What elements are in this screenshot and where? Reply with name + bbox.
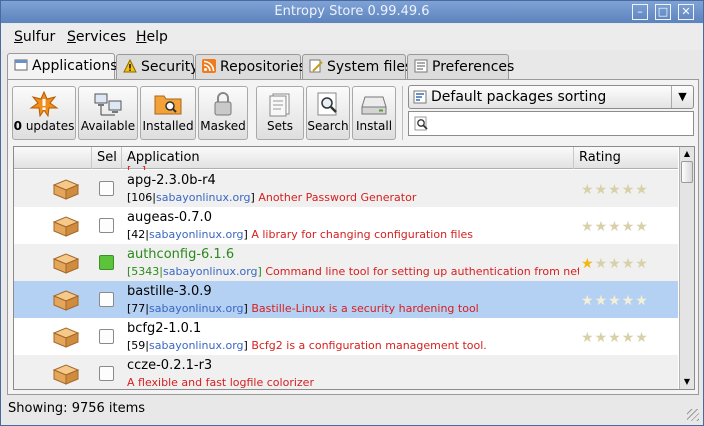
- packages-list: Sel Application Rating [...] ... ... ...…: [13, 146, 695, 390]
- menu-sulfur[interactable]: Sulfur: [14, 29, 55, 45]
- package-desc: [42|sabayonlinux.org] A library for chan…: [127, 228, 474, 241]
- updates-icon: [29, 91, 59, 117]
- app-window: Entropy Store 0.99.49.6 – □ ✕ Sulfur Ser…: [0, 0, 704, 426]
- scroll-down-icon[interactable]: ▼: [680, 375, 694, 389]
- folder-search-icon: [154, 95, 182, 115]
- col-rating[interactable]: Rating: [574, 147, 678, 169]
- menu-help[interactable]: Help: [136, 29, 168, 45]
- package-icon: [52, 327, 80, 348]
- col-icon[interactable]: [14, 147, 92, 169]
- table-row[interactable]: ccze-0.2.1-r3 A flexible and fast logfil…: [14, 355, 678, 389]
- maximize-button[interactable]: □: [655, 4, 671, 20]
- package-desc: [77|sabayonlinux.org] Bastille-Linux is …: [127, 302, 479, 315]
- package-desc: A flexible and fast logfile colorizer: [127, 376, 314, 389]
- tab-applications[interactable]: Applications: [7, 53, 118, 81]
- tab-security[interactable]: Security: [116, 54, 199, 80]
- sets-button[interactable]: Sets: [256, 86, 304, 140]
- window-title: Entropy Store 0.99.49.6: [274, 4, 430, 19]
- scroll-thumb[interactable]: [681, 161, 693, 183]
- tab-repositories[interactable]: Repositories: [195, 54, 306, 80]
- tab-preferences[interactable]: Preferences: [407, 54, 514, 80]
- package-desc: [5343|sabayonlinux.org] Command line too…: [127, 265, 579, 278]
- col-sel[interactable]: Sel: [92, 147, 122, 169]
- row-checkbox[interactable]: [99, 292, 114, 307]
- package-name: augeas-0.7.0: [127, 210, 212, 225]
- scroll-up-icon[interactable]: ▲: [680, 147, 694, 161]
- row-checkbox[interactable]: [99, 366, 114, 381]
- masked-button[interactable]: Masked: [198, 86, 248, 140]
- row-checkbox[interactable]: [99, 181, 114, 196]
- search-button[interactable]: Search: [306, 86, 350, 140]
- rss-icon: [202, 59, 216, 73]
- package-icon: [52, 253, 80, 274]
- table-row[interactable]: bcfg2-1.0.1 [59|sabayonlinux.org] Bcfg2 …: [14, 318, 678, 355]
- package-icon: [52, 290, 80, 311]
- rating-stars[interactable]: ★★★★★: [581, 219, 649, 235]
- package-name: apg-2.3.0b-r4: [127, 173, 216, 188]
- close-button[interactable]: ✕: [678, 4, 694, 20]
- package-name: bcfg2-1.0.1: [127, 321, 202, 336]
- menu-bar: Sulfur Services Help: [1, 24, 703, 50]
- table-row[interactable]: augeas-0.7.0 [42|sabayonlinux.org] A lib…: [14, 207, 678, 244]
- harddisk-icon: [361, 96, 387, 115]
- rating-stars[interactable]: ★★★★★: [581, 182, 649, 198]
- package-desc: [59|sabayonlinux.org] Bcfg2 is a configu…: [127, 339, 487, 352]
- table-row[interactable]: bastille-3.0.9 [77|sabayonlinux.org] Bas…: [14, 281, 678, 318]
- table-row[interactable]: apg-2.3.0b-r4 [106|sabayonlinux.org] Ano…: [14, 170, 678, 207]
- package-icon: [52, 179, 80, 200]
- preferences-icon: [414, 59, 428, 73]
- vertical-scrollbar[interactable]: ▲ ▼: [679, 147, 694, 389]
- package-icon: [52, 364, 80, 385]
- warning-icon: [123, 59, 137, 73]
- search-field-icon: [414, 116, 428, 131]
- tab-system-files[interactable]: System files: [302, 54, 412, 80]
- package-desc: [106|sabayonlinux.org] Another Password …: [127, 191, 417, 204]
- table-row[interactable]: authconfig-6.1.6 [5343|sabayonlinux.org]…: [14, 244, 678, 281]
- updates-button[interactable]: 0 updates: [12, 86, 76, 140]
- installed-button[interactable]: Installed: [140, 86, 196, 140]
- lock-icon: [214, 92, 232, 116]
- updates-count: 0: [13, 119, 22, 133]
- list-header: Sel Application Rating: [14, 147, 678, 169]
- package-icon: [52, 216, 80, 237]
- rating-stars[interactable]: ★★★★★: [581, 293, 649, 309]
- sort-select-value: Default packages sorting: [431, 89, 607, 105]
- sets-icon: [269, 93, 290, 117]
- menu-services[interactable]: Services: [67, 29, 126, 45]
- resize-grip-icon[interactable]: [687, 409, 699, 421]
- available-button[interactable]: Available: [78, 86, 138, 140]
- sort-select[interactable]: Default packages sorting ▼: [408, 85, 694, 109]
- applications-icon: [14, 59, 28, 71]
- chevron-down-icon[interactable]: ▼: [671, 86, 693, 108]
- rating-stars[interactable]: ★★★★★: [581, 256, 649, 272]
- network-computers-icon: [94, 93, 122, 116]
- title-bar[interactable]: Entropy Store 0.99.49.6 – □ ✕: [1, 1, 703, 23]
- sort-icon: [413, 90, 427, 104]
- search-icon: [317, 92, 337, 116]
- toolbar-separator: [402, 86, 403, 140]
- status-bar: Showing: 9756 items: [1, 397, 703, 425]
- row-checkbox[interactable]: [99, 329, 114, 344]
- package-name: ccze-0.2.1-r3: [127, 358, 213, 373]
- applications-panel: 0 updates Available Installed Masked Set…: [7, 79, 699, 395]
- minimize-button[interactable]: –: [632, 4, 648, 20]
- package-name: authconfig-6.1.6: [127, 247, 235, 262]
- edit-icon: [309, 59, 323, 73]
- row-checkbox[interactable]: [99, 218, 114, 233]
- install-button[interactable]: Install: [352, 86, 396, 140]
- status-text: Showing: 9756 items: [8, 401, 146, 416]
- row-checkbox[interactable]: [99, 255, 114, 270]
- package-name: bastille-3.0.9: [127, 284, 212, 299]
- search-input[interactable]: [408, 111, 694, 136]
- rating-stars[interactable]: ★★★★★: [581, 330, 649, 346]
